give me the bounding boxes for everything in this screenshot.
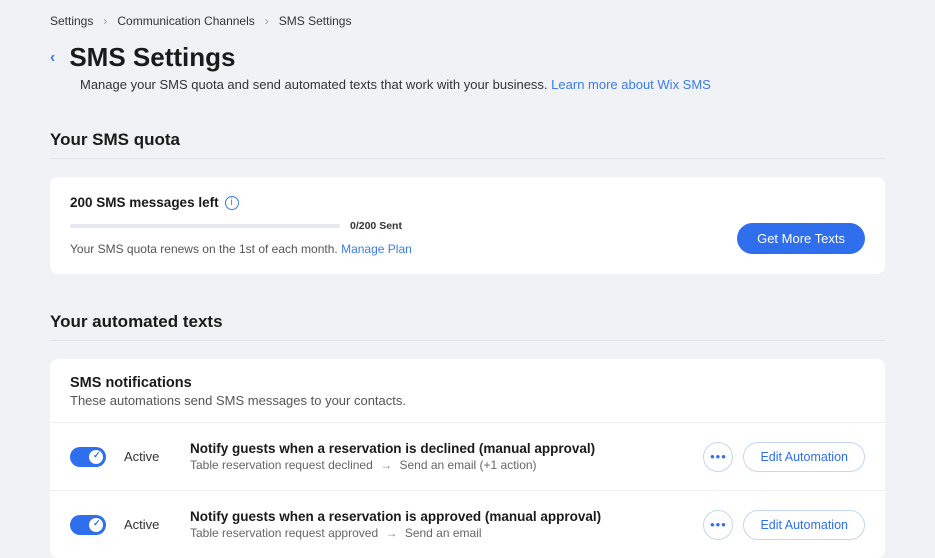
quota-sent-label: 0/200 Sent [350, 220, 402, 232]
edit-automation-button[interactable]: Edit Automation [743, 442, 865, 472]
quota-progress-bar [70, 224, 340, 228]
info-icon[interactable]: i [225, 196, 239, 210]
subtitle-text: Manage your SMS quota and send automated… [80, 77, 548, 92]
more-actions-button[interactable]: ••• [703, 442, 733, 472]
automation-toggle[interactable]: ✓ [70, 447, 106, 467]
chevron-right-icon: › [265, 14, 269, 28]
chevron-right-icon: › [103, 14, 107, 28]
automations-sub-desc: These automations send SMS messages to y… [70, 393, 865, 408]
check-icon: ✓ [93, 450, 101, 461]
automation-row: ✓ Active Notify guests when a reservatio… [50, 422, 885, 490]
automation-action: Send an email (+1 action) [399, 458, 536, 472]
divider [50, 158, 885, 159]
automation-toggle[interactable]: ✓ [70, 515, 106, 535]
arrow-right-icon: → [385, 526, 397, 540]
breadcrumb-item[interactable]: Communication Channels [117, 14, 254, 28]
automation-action: Send an email [405, 526, 482, 540]
manage-plan-link[interactable]: Manage Plan [341, 242, 412, 256]
automated-heading: Your automated texts [50, 312, 885, 332]
more-actions-button[interactable]: ••• [703, 510, 733, 540]
quota-renew-text: Your SMS quota renews on the 1st of each… [70, 242, 338, 256]
breadcrumb-item[interactable]: Settings [50, 14, 93, 28]
automation-trigger: Table reservation request declined [190, 458, 373, 472]
automation-status: Active [124, 449, 172, 464]
breadcrumb: Settings › Communication Channels › SMS … [50, 14, 885, 28]
divider [50, 340, 885, 341]
check-icon: ✓ [93, 518, 101, 529]
automations-sub-heading: SMS notifications [70, 375, 865, 391]
automation-title: Notify guests when a reservation is decl… [190, 441, 685, 456]
page-subtitle: Manage your SMS quota and send automated… [80, 77, 885, 92]
automation-desc: Table reservation request approved → Sen… [190, 526, 685, 540]
arrow-right-icon: → [380, 458, 392, 472]
quota-heading: Your SMS quota [50, 130, 885, 150]
automation-status: Active [124, 517, 172, 532]
edit-automation-button[interactable]: Edit Automation [743, 510, 865, 540]
automation-row: ✓ Active Notify guests when a reservatio… [50, 490, 885, 558]
learn-more-link[interactable]: Learn more about Wix SMS [551, 77, 711, 92]
get-more-texts-button[interactable]: Get More Texts [737, 223, 865, 254]
automations-card: SMS notifications These automations send… [50, 359, 885, 558]
quota-remaining-label: 200 SMS messages left [70, 195, 219, 210]
automation-desc: Table reservation request declined → Sen… [190, 458, 685, 472]
automation-trigger: Table reservation request approved [190, 526, 378, 540]
quota-card: 200 SMS messages left i 0/200 Sent Your … [50, 177, 885, 274]
automation-title: Notify guests when a reservation is appr… [190, 509, 685, 524]
back-button[interactable]: ‹ [50, 49, 55, 67]
breadcrumb-item[interactable]: SMS Settings [279, 14, 352, 28]
page-title: SMS Settings [69, 42, 235, 73]
